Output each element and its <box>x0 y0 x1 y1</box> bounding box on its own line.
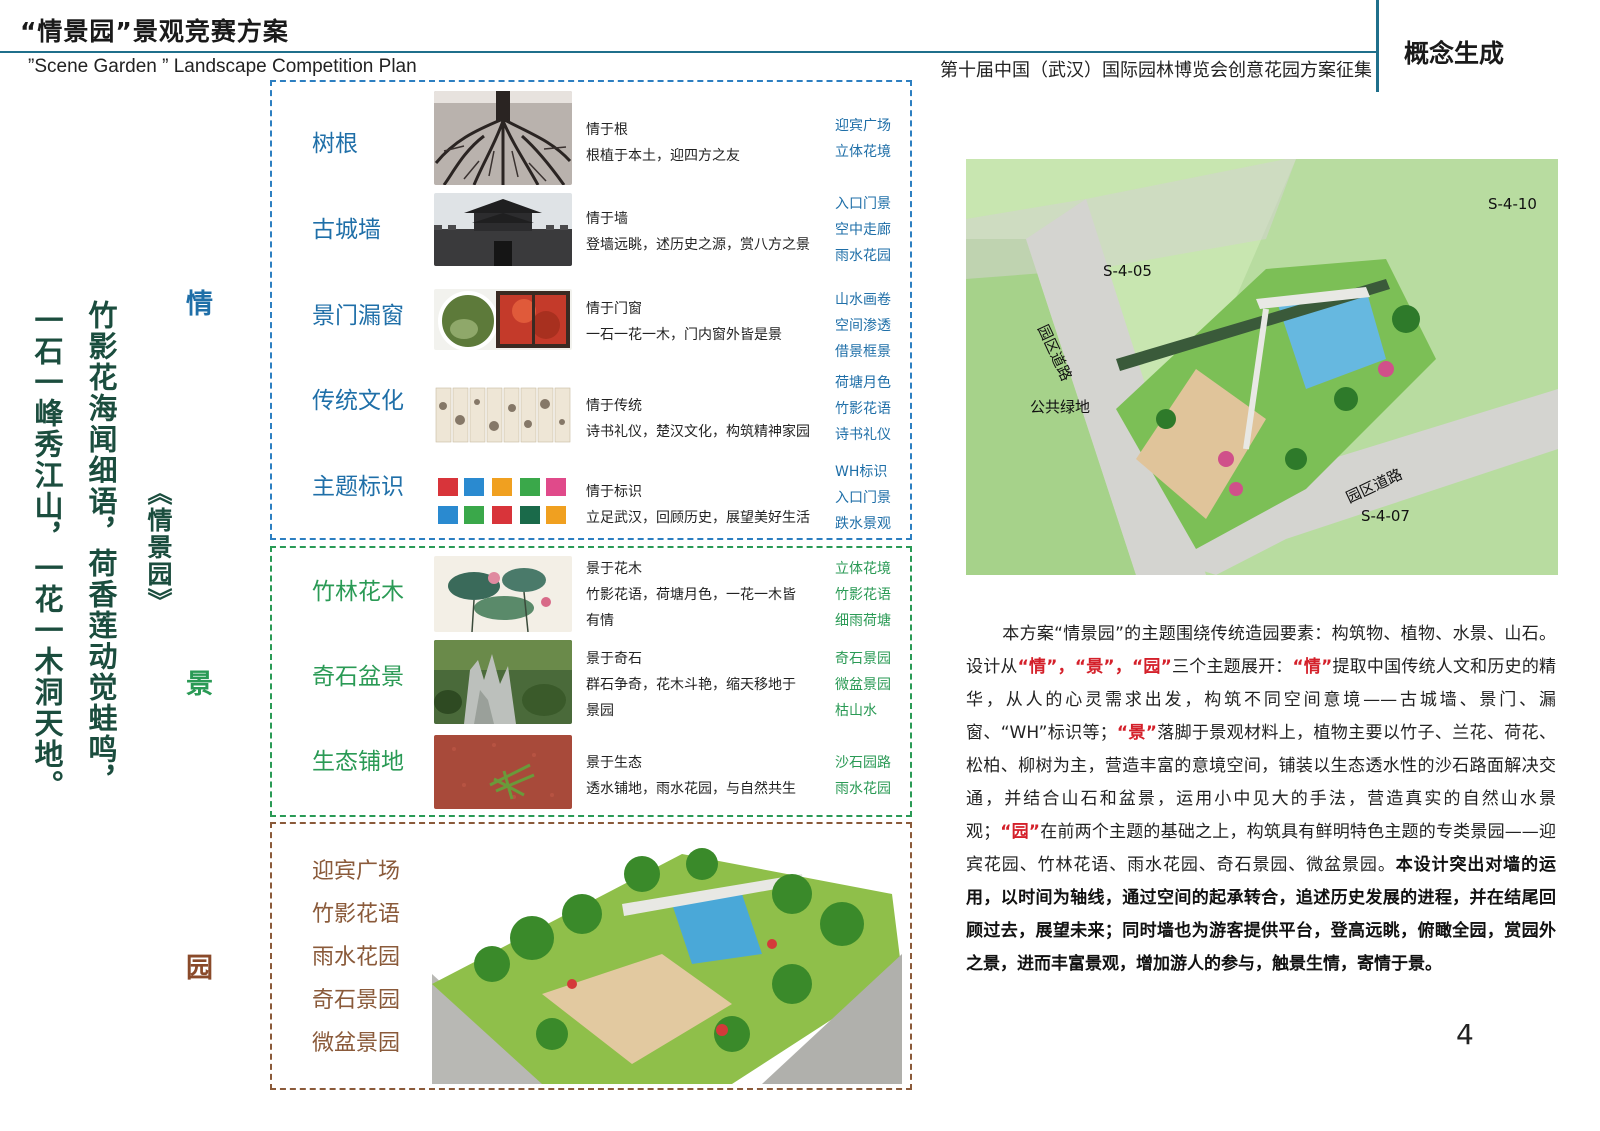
yuan-garden-list: 迎宾广场 竹影花语 雨水花园 奇石景园 微盆景园 <box>312 850 400 1065</box>
jing-tags-2: 奇石景园 微盆景园 枯山水 <box>835 646 891 724</box>
qing-tags-4: 荷塘月色 竹影花语 诗书礼仪 <box>835 370 891 448</box>
yuan-item: 竹影花语 <box>312 893 400 936</box>
lotus-painting-image <box>434 556 572 632</box>
garden-perspective-render <box>432 834 902 1084</box>
qing-label-1: 树根 <box>312 124 358 158</box>
qing-label-3: 景门漏窗 <box>312 296 404 330</box>
header-vertical-divider <box>1376 0 1379 92</box>
site-plan-map: S-4-10 S-4-05 S-4-07 园区道路 园区道路 公共绿地 <box>966 159 1558 575</box>
page-title: “情景园”景观竞赛方案 <box>20 12 289 48</box>
qing-desc-2: 情于墙 登墙远眺，述历史之源，赏八方之景 <box>586 206 822 258</box>
description-paragraph: 本方案“情景园”的主题围绕传统造园要素：构筑物、植物、水景、山石。设计从“情”，… <box>966 618 1556 981</box>
jing-label-3: 生态铺地 <box>312 742 404 776</box>
jing-desc-3: 景于生态 透水铺地，雨水花园，与自然共生 <box>586 750 822 802</box>
theme-logo-image <box>434 472 572 532</box>
jing-tags-1: 立体花境 竹影花语 细雨荷塘 <box>835 556 891 634</box>
map-label-s410: S-4-10 <box>1488 195 1537 213</box>
qing-label-5: 主题标识 <box>312 467 404 501</box>
gate-window-image <box>434 289 572 350</box>
map-label-public-green: 公共绿地 <box>1030 396 1090 417</box>
eco-paving-image <box>434 735 572 809</box>
page-number: 4 <box>1456 1018 1474 1051</box>
map-label-s405: S-4-05 <box>1103 262 1152 280</box>
theme-qing: 情 <box>186 282 213 321</box>
qing-desc-5: 情于标识 立足武汉，回顾历史，展望美好生活 <box>586 479 822 531</box>
jing-tags-3: 沙石园路 雨水花园 <box>835 750 891 802</box>
qing-desc-4: 情于传统 诗书礼仪，楚汉文化，构筑精神家园 <box>586 393 822 445</box>
map-label-s407: S-4-07 <box>1361 507 1410 525</box>
rock-bonsai-image <box>434 640 572 724</box>
yuan-item: 奇石景园 <box>312 979 400 1022</box>
header-divider <box>0 51 1376 53</box>
section-title: 概念生成 <box>1404 34 1504 70</box>
qing-tags-1: 迎宾广场 立体花境 <box>835 113 891 165</box>
qing-tags-3: 山水画卷 空间渗透 借景框景 <box>835 287 891 365</box>
jing-desc-1: 景于花木 竹影花语，荷塘月色，一花一木皆 有情 <box>586 556 822 634</box>
yuan-item: 雨水花园 <box>312 936 400 979</box>
yuan-item: 微盆景园 <box>312 1022 400 1065</box>
theme-jing: 景 <box>186 662 213 701</box>
city-wall-image <box>434 193 572 266</box>
poem-title: 《情景园》 <box>140 480 176 615</box>
qing-label-2: 古城墙 <box>312 210 381 244</box>
qing-tags-2: 入口门景 空中走廊 雨水花园 <box>835 191 891 269</box>
qing-desc-1: 情于根 根植于本土，迎四方之友 <box>586 117 822 169</box>
tree-root-image <box>434 91 572 185</box>
poem-line-1: 一石一峰秀江山，一花一木洞天地。 <box>26 305 68 801</box>
jing-desc-2: 景于奇石 群石争奇，花木斗艳，缩天移地于 景园 <box>586 646 822 724</box>
qing-label-4: 传统文化 <box>312 381 404 415</box>
event-name: 第十届中国（武汉）国际园林博览会创意花园方案征集 <box>940 56 1372 82</box>
page-subtitle: ”Scene Garden ” Landscape Competition Pl… <box>28 56 417 78</box>
jing-label-2: 奇石盆景 <box>312 657 404 691</box>
poem-line-2: 竹影花海闻细语，荷香莲动觉蛙鸣， <box>80 300 122 796</box>
theme-yuan: 园 <box>186 946 213 985</box>
jing-label-1: 竹林花木 <box>312 572 404 606</box>
traditional-scroll-image <box>434 386 572 444</box>
qing-desc-3: 情于门窗 一石一花一木，门内窗外皆是景 <box>586 296 822 348</box>
yuan-item: 迎宾广场 <box>312 850 400 893</box>
qing-tags-5: WH标识 入口门景 跌水景观 <box>835 459 891 537</box>
